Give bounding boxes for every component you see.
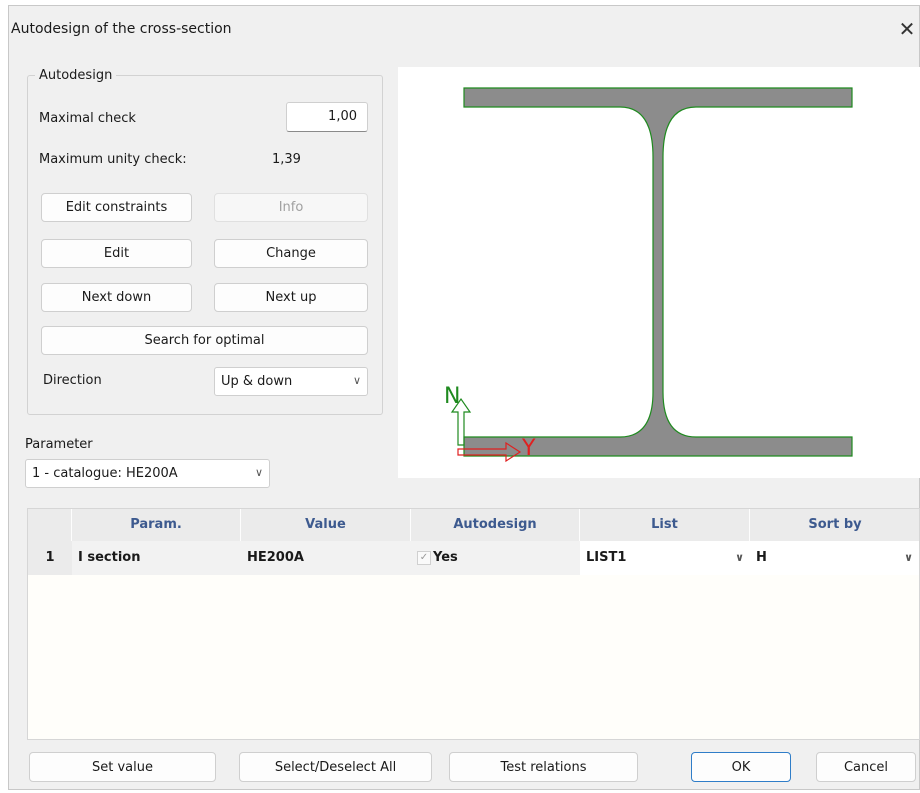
- parameter-value: 1 - catalogue: HE200A: [32, 466, 178, 481]
- next-up-button[interactable]: Next up: [214, 283, 368, 312]
- maximal-check-value: 1,00: [328, 109, 357, 124]
- info-button[interactable]: Info: [214, 193, 368, 222]
- checkmark-icon[interactable]: ✓: [417, 551, 431, 565]
- column-header-autodesign[interactable]: Autodesign: [411, 509, 580, 541]
- search-optimal-button[interactable]: Search for optimal: [41, 326, 368, 355]
- cell-autodesign-label: Yes: [433, 550, 458, 565]
- autodesign-group-legend: Autodesign: [35, 68, 117, 83]
- column-header-value[interactable]: Value: [241, 509, 411, 541]
- parameter-label: Parameter: [25, 437, 93, 452]
- cell-autodesign[interactable]: ✓ Yes: [411, 541, 580, 575]
- column-header-sort-by[interactable]: Sort by: [750, 509, 919, 541]
- column-header-list[interactable]: List: [580, 509, 750, 541]
- maximal-check-label: Maximal check: [39, 111, 136, 126]
- cancel-button[interactable]: Cancel: [816, 752, 916, 782]
- chevron-down-icon[interactable]: ∨: [735, 541, 744, 575]
- direction-value: Up & down: [221, 374, 293, 389]
- row-number-header: [28, 509, 72, 541]
- cross-section-preview: N Y: [398, 67, 920, 478]
- cell-list[interactable]: LIST1 ∨: [580, 541, 750, 575]
- axis-n-label: N: [444, 384, 460, 409]
- max-unity-check-label: Maximum unity check:: [39, 152, 187, 167]
- test-relations-button[interactable]: Test relations: [449, 752, 638, 782]
- cell-sort-by-value: H: [756, 550, 767, 565]
- close-icon[interactable]: ✕: [895, 16, 919, 42]
- window-title: Autodesign of the cross-section: [11, 21, 232, 37]
- cell-sort-by[interactable]: H ∨: [750, 541, 919, 575]
- cross-section-drawing: N Y: [444, 87, 853, 463]
- title-bar: Autodesign of the cross-section ✕: [9, 6, 919, 50]
- table-row[interactable]: 1 I section HE200A ✓ Yes LIST1 ∨ H ∨: [28, 541, 919, 575]
- dialog-window: Autodesign of the cross-section ✕ Autode…: [8, 5, 920, 790]
- set-value-button[interactable]: Set value: [29, 752, 216, 782]
- select-deselect-all-button[interactable]: Select/Deselect All: [239, 752, 432, 782]
- column-header-param[interactable]: Param.: [72, 509, 241, 541]
- change-button[interactable]: Change: [214, 239, 368, 268]
- row-number: 1: [28, 541, 72, 575]
- max-unity-check-value: 1,39: [272, 152, 301, 167]
- direction-label: Direction: [43, 373, 102, 388]
- i-section-shape: [463, 87, 853, 457]
- cell-value[interactable]: HE200A: [241, 541, 411, 575]
- maximal-check-input[interactable]: 1,00: [286, 102, 368, 132]
- axis-y-label: Y: [521, 436, 536, 461]
- edit-button[interactable]: Edit: [41, 239, 192, 268]
- chevron-down-icon: ∨: [352, 374, 361, 387]
- cell-param[interactable]: I section: [72, 541, 241, 575]
- edit-constraints-button[interactable]: Edit constraints: [41, 193, 192, 222]
- chevron-down-icon: ∨: [254, 466, 263, 479]
- parameter-select[interactable]: 1 - catalogue: HE200A ∨: [25, 459, 270, 488]
- next-down-button[interactable]: Next down: [41, 283, 192, 312]
- direction-select[interactable]: Up & down ∨: [214, 367, 368, 396]
- cell-list-value: LIST1: [586, 550, 627, 565]
- parameter-table: Param. Value Autodesign List Sort by 1 I…: [27, 508, 920, 740]
- ok-button[interactable]: OK: [691, 752, 791, 782]
- table-header: Param. Value Autodesign List Sort by: [28, 509, 919, 541]
- chevron-down-icon[interactable]: ∨: [904, 541, 913, 575]
